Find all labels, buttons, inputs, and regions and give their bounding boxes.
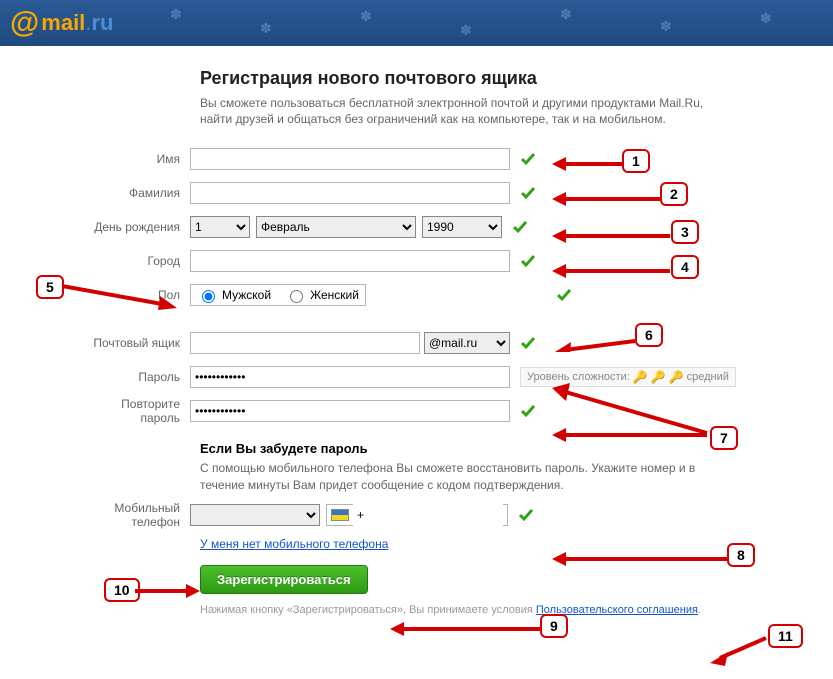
check-icon xyxy=(520,335,536,351)
callout-3: 3 xyxy=(671,220,699,244)
label-password2: Повторите пароль xyxy=(80,397,190,425)
callout-8: 8 xyxy=(727,543,755,567)
label-city: Город xyxy=(80,254,190,268)
label-surname: Фамилия xyxy=(80,186,190,200)
key-icon: 🔑 xyxy=(669,370,684,384)
callout-1: 1 xyxy=(622,149,650,173)
pwd-meter-label: Уровень сложности: xyxy=(527,371,630,383)
logo-text-ru: ru xyxy=(91,10,113,36)
password2-input[interactable] xyxy=(190,400,510,422)
callout-4: 4 xyxy=(671,255,699,279)
bday-day-select[interactable]: 1 xyxy=(190,216,250,238)
name-input[interactable] xyxy=(190,148,510,170)
callout-11: 11 xyxy=(768,624,803,648)
page-title: Регистрация нового почтового ящика xyxy=(200,68,833,89)
pwd-meter-level: средний xyxy=(687,371,729,383)
gender-radio-group: Мужской Женский xyxy=(190,284,366,306)
callout-5: 5 xyxy=(36,275,64,299)
no-phone-link[interactable]: У меня нет мобильного телефона xyxy=(200,537,388,551)
key-icon: 🔑 xyxy=(651,370,666,384)
check-icon xyxy=(518,507,534,523)
password-strength-meter: Уровень сложности: 🔑 🔑 🔑 средний xyxy=(520,367,736,387)
domain-select[interactable]: @mail.ru xyxy=(424,332,510,354)
key-icon: 🔑 xyxy=(633,370,648,384)
check-icon xyxy=(512,219,528,235)
form-container: Регистрация нового почтового ящика Вы см… xyxy=(0,46,833,636)
label-gender: Пол xyxy=(80,288,190,302)
city-input[interactable] xyxy=(190,250,510,272)
gender-male-radio[interactable] xyxy=(202,290,215,303)
label-name: Имя xyxy=(80,152,190,166)
logo[interactable]: @ mail . ru xyxy=(10,6,113,40)
label-birthday: День рождения xyxy=(80,220,190,234)
gender-female-radio[interactable] xyxy=(290,290,303,303)
recovery-text: С помощью мобильного телефона Вы сможете… xyxy=(200,460,720,492)
callout-6: 6 xyxy=(635,323,663,347)
bday-year-select[interactable]: 1990 xyxy=(422,216,502,238)
label-password: Пароль xyxy=(80,370,190,384)
check-icon xyxy=(520,253,536,269)
arrow-icon xyxy=(710,636,770,666)
bday-month-select[interactable]: Февраль xyxy=(256,216,416,238)
password-input[interactable] xyxy=(190,366,510,388)
agreement-text: Нажимая кнопку «Зарегистрироваться», Вы … xyxy=(200,604,833,616)
country-select[interactable] xyxy=(190,504,320,526)
register-button[interactable]: Зарегистрироваться xyxy=(200,565,368,594)
surname-input[interactable] xyxy=(190,182,510,204)
recovery-title: Если Вы забудете пароль xyxy=(200,441,833,456)
check-icon xyxy=(520,151,536,167)
callout-10: 10 xyxy=(104,578,140,602)
gender-female-label: Женский xyxy=(310,288,359,302)
check-icon xyxy=(520,185,536,201)
callout-7: 7 xyxy=(710,426,738,450)
check-icon xyxy=(556,287,572,303)
app-header: ✽ ✽ ✽ ✽ ✽ ✽ ✽ @ mail . ru xyxy=(0,0,833,46)
mailbox-input[interactable] xyxy=(190,332,420,354)
gender-male-label: Мужской xyxy=(222,288,271,302)
check-icon xyxy=(520,403,536,419)
flag-icon xyxy=(331,509,349,521)
phone-input[interactable] xyxy=(353,504,503,526)
logo-text-mail: mail xyxy=(41,10,85,36)
logo-at-icon: @ xyxy=(10,6,39,40)
label-mailbox: Почтовый ящик xyxy=(80,336,190,350)
callout-9: 9 xyxy=(540,614,568,638)
intro-text: Вы сможете пользоваться бесплатной элект… xyxy=(200,95,720,127)
label-mobile: Мобильный телефон xyxy=(80,501,190,529)
callout-2: 2 xyxy=(660,182,688,206)
